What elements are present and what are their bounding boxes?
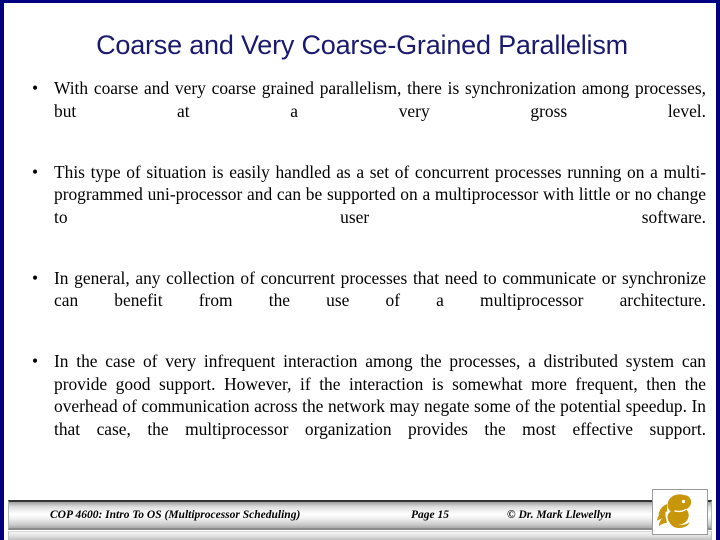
slide: Coarse and Very Coarse-Grained Paralleli… [0, 0, 720, 540]
bullet-marker-icon: • [32, 78, 39, 98]
footer: COP 4600: Intro To OS (Multiprocessor Sc… [8, 500, 712, 530]
bullet-text: In the case of very infrequent interacti… [54, 351, 706, 439]
footer-page-number: Page 15 [411, 509, 450, 521]
slide-title: Coarse and Very Coarse-Grained Paralleli… [96, 30, 628, 60]
bullet-item: • In general, any collection of concurre… [18, 267, 706, 335]
bullet-item: • With coarse and very coarse grained pa… [18, 77, 706, 145]
bullet-text: This type of situation is easily handled… [54, 161, 706, 227]
bullet-text: In general, any collection of concurrent… [54, 267, 706, 311]
footer-course-label: COP 4600: Intro To OS (Multiprocessor Sc… [50, 509, 301, 521]
footer-copyright: © Dr. Mark Llewellyn [507, 509, 612, 521]
logo-container [652, 489, 708, 535]
bullet-marker-icon: • [32, 351, 39, 371]
footer-bottom-strip [8, 531, 712, 540]
bullet-list: • With coarse and very coarse grained pa… [18, 77, 706, 463]
bullet-item: • This type of situation is easily handl… [18, 161, 706, 251]
ucf-pegasus-logo-icon [653, 490, 707, 534]
bullet-marker-icon: • [32, 161, 39, 182]
bullet-marker-icon: • [32, 267, 39, 288]
bullet-item: • In the case of very infrequent interac… [18, 350, 706, 463]
bullet-text: With coarse and very coarse grained para… [54, 78, 706, 121]
